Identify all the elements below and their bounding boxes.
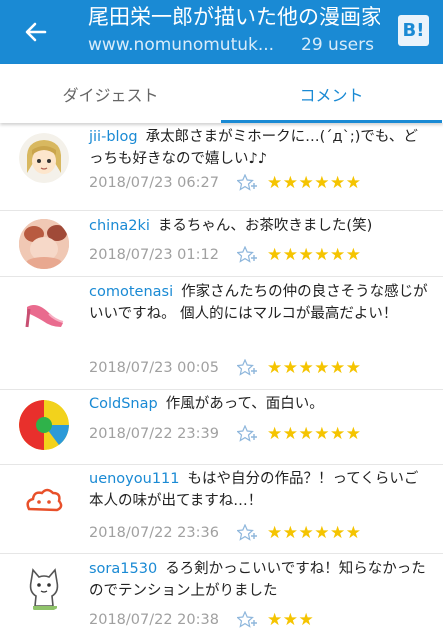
comment-username[interactable]: comotenasi <box>89 284 173 300</box>
avatar-heel-image <box>19 287 69 337</box>
add-star-button[interactable] <box>237 524 263 542</box>
star-rating: ★★★ <box>267 610 315 630</box>
comment-row: china2ki まるちゃん、お茶吹きました(笑) 2018/07/23 01:1… <box>0 211 443 277</box>
comment-body: uenoyou111 もはや自分の作品？！ってくらいご本人の味が出てますね…！ <box>89 468 429 512</box>
star-rating: ★★★★★★ <box>267 245 362 265</box>
users-count[interactable]: 29 users <box>301 33 374 57</box>
star-rating: ★★★★★★ <box>267 424 362 444</box>
back-button[interactable] <box>18 14 54 50</box>
page-title: 尾田栄一郎が描いた他の漫画家のキャラ <box>88 5 380 29</box>
comment-meta: 2018/07/23 06:27 ★★★★★★ <box>89 173 361 193</box>
comment-row: uenoyou111 もはや自分の作品？！ってくらいご本人の味が出てますね…！ 2… <box>0 465 443 554</box>
comment-row: comotenasi 作家さんたちの仲の良さそうな感じがいいですね。 個人的にはマ… <box>0 277 443 390</box>
page-subtitle: www.nomunomutuk... 29 users <box>88 33 378 57</box>
star-rating: ★★★★★★ <box>267 523 362 543</box>
comment-row: ColdSnap 作風があって、面白い。 2018/07/22 23:39 ★★★… <box>0 390 443 465</box>
comment-text: 承太郎さまがミホークに…(´д`;)でも、どっちも好きなので嬉しい♪♪ <box>89 129 418 167</box>
avatar-photo-image <box>19 219 69 269</box>
add-star-button[interactable] <box>237 611 263 629</box>
avatar[interactable] <box>19 400 69 450</box>
comment-meta: 2018/07/22 23:36 ★★★★★★ <box>89 523 361 543</box>
tab-comments[interactable]: コメント <box>221 64 442 123</box>
add-star-icon <box>237 174 257 191</box>
tab-comments-label: コメント <box>299 85 364 105</box>
entry-url[interactable]: www.nomunomutuk... <box>88 33 280 57</box>
avatar[interactable] <box>19 219 69 269</box>
avatar[interactable] <box>19 562 69 612</box>
tab-bar: ダイジェスト コメント <box>0 64 443 123</box>
avatar-colorful-image <box>19 400 69 450</box>
comment-meta: 2018/07/23 01:12 ★★★★★★ <box>89 245 361 265</box>
comment-username[interactable]: china2ki <box>89 218 150 234</box>
add-star-icon <box>237 359 257 376</box>
comment-row: jii-blog 承太郎さまがミホークに…(´д`;)でも、どっちも好きなので嬉し… <box>0 123 443 211</box>
avatar-girl-image <box>19 133 69 183</box>
avatar[interactable] <box>19 477 69 527</box>
add-star-icon <box>237 611 257 628</box>
comment-meta: 2018/07/22 20:38 ★★★ <box>89 610 314 630</box>
app-bar: 尾田栄一郎が描いた他の漫画家のキャラ www.nomunomutuk... 29… <box>0 0 443 64</box>
comment-body: sora1530 るろ剣かっこいいですね！知らなかったのでテンション上がりました <box>89 558 429 602</box>
comment-text: まるちゃん、お茶吹きました(笑) <box>157 218 373 234</box>
comment-body: jii-blog 承太郎さまがミホークに…(´д`;)でも、どっちも好きなので嬉し… <box>89 126 429 170</box>
comment-meta: 2018/07/23 00:05 ★★★★★★ <box>89 358 361 378</box>
comment-username[interactable]: ColdSnap <box>89 396 158 412</box>
tab-digest-label: ダイジェスト <box>62 85 159 105</box>
comment-row: sora1530 るろ剣かっこいいですね！知らなかったのでテンション上がりました … <box>0 554 443 640</box>
comment-body: comotenasi 作家さんたちの仲の良さそうな感じがいいですね。 個人的にはマ… <box>89 281 429 325</box>
tab-digest[interactable]: ダイジェスト <box>0 64 221 123</box>
avatar-cloud-image <box>19 477 69 527</box>
star-rating: ★★★★★★ <box>267 358 362 378</box>
add-star-button[interactable] <box>237 174 263 192</box>
comment-text: 作風があって、面白い。 <box>165 396 324 412</box>
avatar[interactable] <box>19 287 69 337</box>
add-star-button[interactable] <box>237 246 263 264</box>
comment-list: jii-blog 承太郎さまがミホークに…(´д`;)でも、どっちも好きなので嬉し… <box>0 123 443 640</box>
avatar[interactable] <box>19 133 69 183</box>
avatar-cat-image <box>19 562 69 612</box>
comment-username[interactable]: sora1530 <box>89 561 157 577</box>
add-star-icon <box>237 524 257 541</box>
add-star-icon <box>237 425 257 442</box>
star-rating: ★★★★★★ <box>267 173 362 193</box>
comment-body: china2ki まるちゃん、お茶吹きました(笑) <box>89 215 429 237</box>
comment-body: ColdSnap 作風があって、面白い。 <box>89 393 429 415</box>
add-star-button[interactable] <box>237 359 263 377</box>
comment-date[interactable]: 2018/07/23 06:27 <box>89 175 237 191</box>
hatena-bookmark-button[interactable]: B! <box>398 15 429 46</box>
comment-date[interactable]: 2018/07/22 23:39 <box>89 426 237 442</box>
comment-date[interactable]: 2018/07/22 20:38 <box>89 612 237 628</box>
back-arrow-icon <box>25 22 47 42</box>
comment-date[interactable]: 2018/07/23 01:12 <box>89 247 237 263</box>
comment-date[interactable]: 2018/07/23 00:05 <box>89 360 237 376</box>
comment-meta: 2018/07/22 23:39 ★★★★★★ <box>89 424 361 444</box>
add-star-button[interactable] <box>237 425 263 443</box>
comment-username[interactable]: jii-blog <box>89 129 138 145</box>
comment-date[interactable]: 2018/07/22 23:36 <box>89 525 237 541</box>
add-star-icon <box>237 246 257 263</box>
comment-username[interactable]: uenoyou111 <box>89 471 180 487</box>
